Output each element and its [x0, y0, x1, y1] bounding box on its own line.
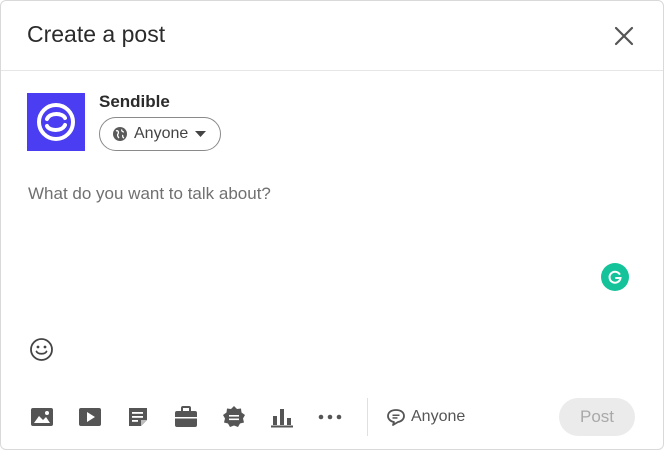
- add-document-button[interactable]: [123, 402, 153, 432]
- author-name: Sendible: [99, 92, 170, 111]
- comment-visibility-label: Anyone: [411, 408, 466, 425]
- add-job-button[interactable]: [171, 402, 201, 432]
- image-icon: [31, 408, 53, 426]
- document-icon: [129, 408, 147, 426]
- close-icon: [614, 26, 634, 46]
- comment-visibility-button[interactable]: Anyone: [386, 408, 465, 426]
- comment-icon: [386, 408, 406, 426]
- poll-icon: [271, 409, 293, 428]
- sendible-logo-icon: [37, 103, 75, 141]
- dialog-title: Create a post: [27, 21, 166, 47]
- more-icon: [318, 414, 342, 420]
- more-options-button[interactable]: [315, 402, 345, 432]
- visibility-dropdown[interactable]: Anyone: [99, 117, 222, 151]
- author-row: Sendible Anyone: [27, 92, 222, 151]
- add-video-button[interactable]: [75, 402, 105, 432]
- author-info: Sendible Anyone: [99, 92, 222, 151]
- post-button[interactable]: Post: [559, 398, 635, 436]
- emoji-icon: [29, 337, 53, 361]
- emoji-button[interactable]: [28, 336, 54, 362]
- post-toolbar: Anyone Post: [27, 398, 639, 436]
- video-icon: [79, 408, 101, 426]
- toolbar-divider: [367, 398, 368, 436]
- caret-down-icon: [195, 130, 207, 138]
- create-post-dialog: Create a post Sendible Anyone What do yo…: [0, 0, 664, 450]
- close-button[interactable]: [607, 19, 641, 53]
- celebrate-button[interactable]: [219, 402, 249, 432]
- globe-icon: [112, 126, 128, 142]
- add-photo-button[interactable]: [27, 402, 57, 432]
- dialog-header: Create a post: [1, 1, 663, 71]
- grammarly-icon[interactable]: [601, 263, 629, 291]
- visibility-label: Anyone: [134, 125, 189, 142]
- create-poll-button[interactable]: [267, 402, 297, 432]
- avatar: [27, 93, 85, 151]
- post-text-input[interactable]: [28, 184, 588, 204]
- briefcase-icon: [175, 406, 197, 427]
- badge-icon: [223, 406, 245, 427]
